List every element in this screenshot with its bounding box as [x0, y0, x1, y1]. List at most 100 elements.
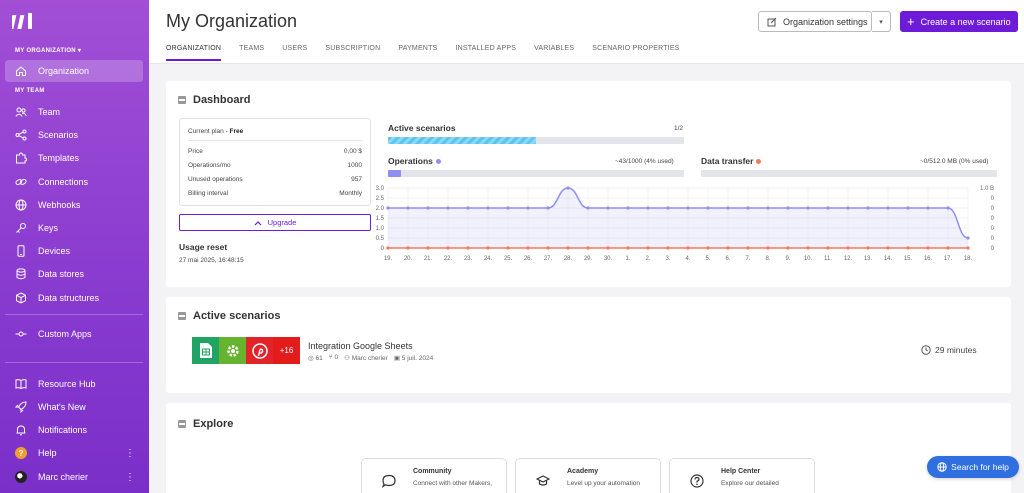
make-logo-icon[interactable] — [12, 12, 34, 30]
active-scenarios-header[interactable]: Active scenarios — [178, 310, 280, 322]
more-icon[interactable]: ⋮ — [125, 448, 135, 459]
sidebar-item-templates[interactable]: Templates — [5, 147, 143, 169]
scenario-duration: 29 minutes — [935, 345, 977, 355]
operations-point — [966, 236, 970, 240]
sidebar-item-whats-new[interactable]: What's New — [5, 396, 143, 418]
tab-scenario-properties[interactable]: SCENARIO PROPERTIES — [592, 45, 679, 61]
operations-point — [946, 206, 950, 210]
chat-icon — [382, 474, 396, 488]
operations-point — [486, 206, 490, 210]
data-transfer-point — [586, 246, 590, 250]
help-center-desc: Explore our detailed — [721, 480, 779, 487]
tab-payments[interactable]: PAYMENTS — [398, 45, 437, 61]
explore-card: Explore Community Connect with other Mak… — [166, 403, 1011, 493]
tab-teams[interactable]: TEAMS — [239, 45, 264, 61]
organization-settings-button[interactable]: Organization settings — [758, 11, 872, 32]
operations-point — [666, 206, 670, 210]
operations-label: Operations — [388, 156, 441, 166]
sidebar-item-team[interactable]: Team — [5, 101, 143, 123]
y-tick-label: 1.5 — [376, 216, 385, 222]
y-tick-label: 2.5 — [376, 196, 385, 202]
sidebar-item-data-structures[interactable]: Data structures — [5, 287, 143, 309]
data-transfer-point — [666, 246, 670, 250]
sidebar-item-label: Custom Apps — [38, 329, 92, 339]
operations-point — [866, 206, 870, 210]
x-tick-label: 13. — [864, 256, 873, 262]
data-transfer-point — [786, 246, 790, 250]
sidebar-item-connections[interactable]: Connections — [5, 171, 143, 193]
data-transfer-point — [826, 246, 830, 250]
sidebar-item-label: Data structures — [38, 293, 100, 303]
tab-users[interactable]: USERS — [282, 45, 307, 61]
tab-variables[interactable]: VARIABLES — [534, 45, 574, 61]
x-tick-label: 7. — [745, 256, 750, 262]
organization-selector[interactable]: MY ORGANIZATION ▾ — [15, 47, 81, 54]
page-header: My Organization Organization settings ▾ … — [149, 0, 1024, 64]
current-plan-label: Current plan - — [188, 128, 230, 135]
page-title: My Organization — [166, 11, 298, 31]
tab-installed-apps[interactable]: INSTALLED APPS — [455, 45, 516, 61]
data-transfer-point — [566, 246, 570, 250]
upgrade-button[interactable]: Upgrade — [179, 214, 371, 231]
link-icon — [15, 176, 27, 188]
scenario-name[interactable]: Integration Google Sheets — [308, 341, 413, 351]
sidebar-item-keys[interactable]: Keys — [5, 217, 143, 239]
operations-point — [686, 206, 690, 210]
pinterest-icon — [246, 337, 273, 364]
explore-title: Explore — [193, 418, 234, 430]
usage-chart: 3.0 1.0 B 2.5 0 2.0 0 1.5 0 1.0 0 0.5 0 0 0 19. 20. 21. 2… — [376, 186, 995, 262]
plan-row-billing: Billing interval Monthly — [188, 190, 362, 197]
sidebar-item-devices[interactable]: Devices — [5, 240, 143, 262]
sidebar-item-label: Team — [38, 107, 61, 117]
graduation-cap-icon — [536, 475, 550, 486]
more-icon[interactable]: ⋮ — [125, 472, 135, 483]
operations-point — [846, 206, 850, 210]
sidebar-item-label: Data stores — [38, 269, 85, 279]
share-icon — [15, 129, 27, 141]
plan-row-operations: Operations/mo 1000 — [188, 162, 362, 169]
chevron-up-icon — [254, 220, 262, 225]
sidebar-item-label: Notifications — [38, 425, 88, 435]
sidebar-item-webhooks[interactable]: Webhooks — [5, 194, 143, 216]
clock-icon — [921, 345, 931, 355]
sidebar-item-label: Connections — [38, 177, 89, 187]
tab-organization[interactable]: ORGANIZATION — [166, 45, 222, 61]
y2-tick-label: 1.0 B — [980, 186, 994, 192]
community-card[interactable]: Community Connect with other Makers, — [361, 458, 507, 493]
sidebar-item-notifications[interactable]: Notifications — [5, 419, 143, 441]
operations-point — [426, 206, 430, 210]
data-transfer-point — [946, 246, 950, 250]
sidebar-item-custom-apps[interactable]: Custom Apps — [5, 323, 143, 345]
explore-header[interactable]: Explore — [178, 418, 233, 430]
cube-icon — [15, 292, 27, 304]
book-icon — [15, 378, 27, 390]
operations-point — [706, 206, 710, 210]
sidebar-item-resource-hub[interactable]: Resource Hub — [5, 373, 143, 395]
data-transfer-bar — [701, 170, 997, 177]
collapse-icon — [178, 96, 186, 104]
community-desc: Connect with other Makers, — [413, 480, 493, 487]
operations-point — [906, 206, 910, 210]
sidebar-item-user[interactable]: Marc cherier ⋮ — [5, 466, 143, 488]
sidebar-item-scenarios[interactable]: Scenarios — [5, 124, 143, 146]
edit-icon — [767, 17, 777, 26]
x-tick-label: 22. — [444, 256, 453, 262]
sidebar-item-organization[interactable]: Organization — [5, 60, 143, 82]
settings-dropdown-button[interactable]: ▾ — [872, 11, 891, 32]
help-center-card[interactable]: Help Center Explore our detailed — [669, 458, 815, 493]
tab-bar: ORGANIZATION TEAMS USERS SUBSCRIPTION PA… — [166, 45, 698, 61]
tab-subscription[interactable]: SUBSCRIPTION — [325, 45, 380, 61]
sidebar-item-label: Scenarios — [38, 130, 79, 140]
x-tick-label: 4. — [685, 256, 690, 262]
sidebar-item-data-stores[interactable]: Data stores — [5, 263, 143, 285]
scenario-app-icons[interactable]: +16 — [192, 337, 300, 364]
search-for-help-button[interactable]: Search for help — [927, 456, 1019, 478]
help-icon: ? — [15, 447, 27, 459]
question-icon — [690, 474, 704, 488]
create-scenario-button[interactable]: + Create a new scenario — [900, 11, 1018, 32]
data-transfer-point — [486, 246, 490, 250]
sidebar-item-help[interactable]: ? Help ⋮ — [5, 442, 143, 464]
data-transfer-point — [406, 246, 410, 250]
academy-card[interactable]: Academy Level up your automation — [515, 458, 661, 493]
dashboard-header[interactable]: Dashboard — [178, 94, 250, 106]
